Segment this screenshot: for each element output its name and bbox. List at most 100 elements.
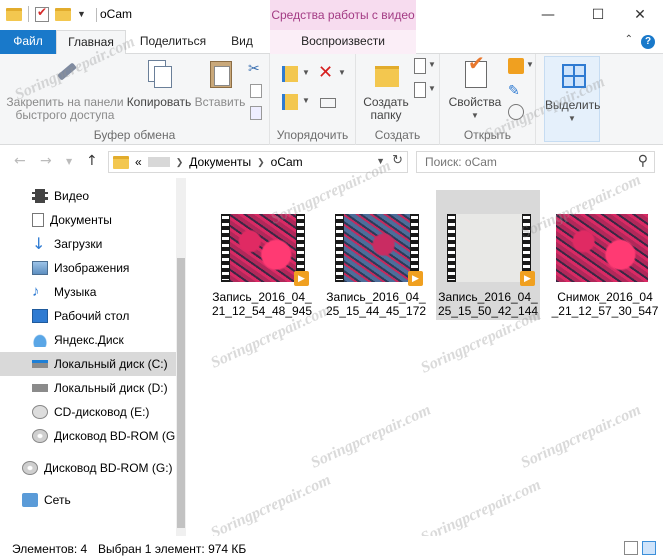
properties-label: Свойства — [448, 95, 502, 109]
nav-item-video[interactable]: Видео — [0, 184, 176, 208]
properties-icon[interactable] — [35, 5, 49, 22]
easy-access-icon[interactable] — [414, 82, 426, 98]
file-name: Запись_2016_04_ 25_15_44_45_172 — [325, 290, 427, 318]
nav-item-label: Загрузки — [54, 237, 103, 251]
nav-item-drive-c[interactable]: Локальный диск (C:) — [0, 352, 176, 376]
chevron-right-icon[interactable]: ❯ — [257, 157, 265, 168]
nav-item-desktop[interactable]: Рабочий стол — [0, 304, 176, 328]
select-button[interactable]: Выделить ▼ — [545, 61, 601, 125]
chevron-right-icon[interactable]: ❯ — [176, 157, 184, 168]
delete-icon[interactable]: ✕ — [318, 62, 333, 83]
forward-icon[interactable]: → — [40, 153, 52, 169]
copy-button[interactable]: Копировать — [126, 58, 192, 109]
details-view-button[interactable] — [624, 541, 638, 555]
nav-item-label: Музыка — [54, 285, 97, 299]
recent-locations-icon[interactable]: ▼ — [66, 157, 72, 166]
new-folder-icon — [371, 58, 401, 87]
scrollbar-thumb[interactable] — [177, 258, 185, 528]
nav-item-yandex-disk[interactable]: Яндекс.Диск — [0, 328, 176, 352]
copy-icon — [146, 58, 172, 88]
breadcrumb-overflow[interactable]: « — [135, 155, 142, 169]
properties-button[interactable]: Свойства ▼ — [444, 58, 506, 122]
up-icon[interactable]: ↑ — [86, 153, 98, 169]
search-icon[interactable]: ⚲ — [638, 153, 648, 169]
chevron-down-icon[interactable]: ▼ — [428, 84, 436, 93]
pin-quick-access-button[interactable]: Закрепить на панели быстрого доступа — [2, 58, 128, 122]
tab-play[interactable]: Воспроизвести — [270, 30, 416, 54]
minimize-button[interactable]: — — [525, 0, 571, 30]
nav-item-label: Изображения — [54, 261, 130, 275]
yandex-disk-icon — [32, 333, 48, 347]
select-label: Выделить — [545, 98, 601, 112]
nav-item-music[interactable]: ♪ Музыка — [0, 280, 176, 304]
address-bar[interactable]: « ❯ Документы ❯ oCam ▼ ↻ — [108, 151, 408, 173]
file-tile[interactable]: ▶ Запись_2016_04_ 25_15_44_45_172 — [324, 190, 428, 320]
copy-path-icon[interactable] — [250, 84, 262, 98]
open-group-label: Открыть — [463, 128, 512, 142]
folder-icon[interactable] — [6, 7, 22, 21]
help-icon[interactable]: ? — [641, 35, 655, 49]
copy-to-icon[interactable] — [282, 94, 298, 110]
maximize-button[interactable]: ☐ — [575, 0, 621, 30]
history-icon[interactable] — [508, 104, 524, 120]
nav-item-bd-rom[interactable]: Дисковод BD-ROM (G:) — [0, 424, 183, 448]
file-tile[interactable]: Снимок_2016_04 _21_12_57_30_547 — [550, 190, 660, 320]
nav-item-cd-drive[interactable]: CD-дисковод (E:) — [0, 400, 176, 424]
large-icons-view-button[interactable] — [642, 541, 656, 555]
nav-item-label: Документы — [50, 213, 112, 227]
navigation-pane: Видео Документы ↓ Загрузки Изображения ♪… — [0, 178, 186, 536]
breadcrumb-documents[interactable]: Документы — [189, 155, 251, 169]
chevron-down-icon: ▼ — [568, 114, 576, 123]
tab-home[interactable]: Главная — [56, 30, 126, 55]
create-group-label: Создать — [374, 128, 421, 142]
context-tab-header: Средства работы с видео — [270, 0, 416, 30]
tab-view[interactable]: Вид — [222, 30, 262, 54]
open-icon[interactable] — [508, 58, 524, 74]
ribbon-tabs: Файл Главная Поделиться Вид Воспроизвест… — [0, 30, 663, 55]
move-to-icon[interactable] — [282, 66, 298, 82]
chevron-down-icon[interactable]: ▼ — [77, 9, 86, 19]
nav-scrollbar[interactable] — [176, 178, 186, 536]
new-folder-label: Создать папку — [363, 95, 409, 122]
tab-share[interactable]: Поделиться — [136, 30, 210, 54]
chevron-down-icon[interactable]: ▼ — [376, 156, 385, 166]
nav-item-bd-rom-root[interactable]: Дисковод BD-ROM (G:) F — [0, 456, 183, 480]
ribbon: Закрепить на панели быстрого доступа Коп… — [0, 54, 663, 145]
nav-item-pictures[interactable]: Изображения — [0, 256, 176, 280]
rename-icon[interactable] — [320, 98, 336, 108]
chevron-down-icon[interactable]: ▼ — [302, 96, 310, 105]
edit-icon[interactable]: ✎ — [508, 82, 524, 98]
close-button[interactable]: ✕ — [617, 0, 663, 30]
refresh-icon[interactable]: ↻ — [392, 153, 403, 168]
file-tile[interactable]: ▶ Запись_2016_04_ 21_12_54_48_945 — [210, 190, 314, 320]
pin-icon — [51, 58, 79, 86]
collapse-ribbon-icon[interactable]: ⌃ — [625, 34, 633, 45]
chevron-down-icon[interactable]: ▼ — [526, 60, 534, 69]
thumbnail-image — [230, 214, 296, 282]
divider — [96, 8, 97, 22]
file-tile[interactable]: ▶ Запись_2016_04_ 25_15_50_42_144 — [436, 190, 540, 320]
new-folder-icon[interactable] — [55, 7, 71, 21]
film-strip — [336, 216, 343, 280]
new-item-icon[interactable] — [414, 58, 426, 74]
nav-item-documents[interactable]: Документы — [0, 208, 176, 232]
thumbnail-image — [344, 214, 410, 282]
chevron-down-icon[interactable]: ▼ — [338, 68, 346, 77]
search-box[interactable]: ⚲ — [416, 151, 655, 173]
search-input[interactable] — [417, 152, 627, 172]
nav-item-downloads[interactable]: ↓ Загрузки — [0, 232, 176, 256]
tab-file[interactable]: Файл — [0, 30, 56, 54]
chevron-down-icon[interactable]: ▼ — [302, 68, 310, 77]
nav-item-label: Локальный диск (D:) — [54, 381, 168, 395]
back-icon[interactable]: ← — [14, 153, 26, 169]
clipboard-group-label: Буфер обмена — [93, 128, 176, 142]
nav-item-drive-d[interactable]: Локальный диск (D:) — [0, 376, 176, 400]
paste-button[interactable]: Вставить — [192, 58, 248, 109]
paste-shortcut-icon[interactable] — [250, 106, 262, 120]
cut-icon[interactable]: ✂ — [248, 60, 264, 76]
new-folder-button[interactable]: Создать папку — [358, 58, 414, 122]
chevron-down-icon[interactable]: ▼ — [428, 60, 436, 69]
nav-item-network[interactable]: Сеть — [0, 488, 176, 512]
copy-label: Копировать — [126, 95, 192, 109]
breadcrumb-ocam[interactable]: oCam — [271, 155, 303, 169]
